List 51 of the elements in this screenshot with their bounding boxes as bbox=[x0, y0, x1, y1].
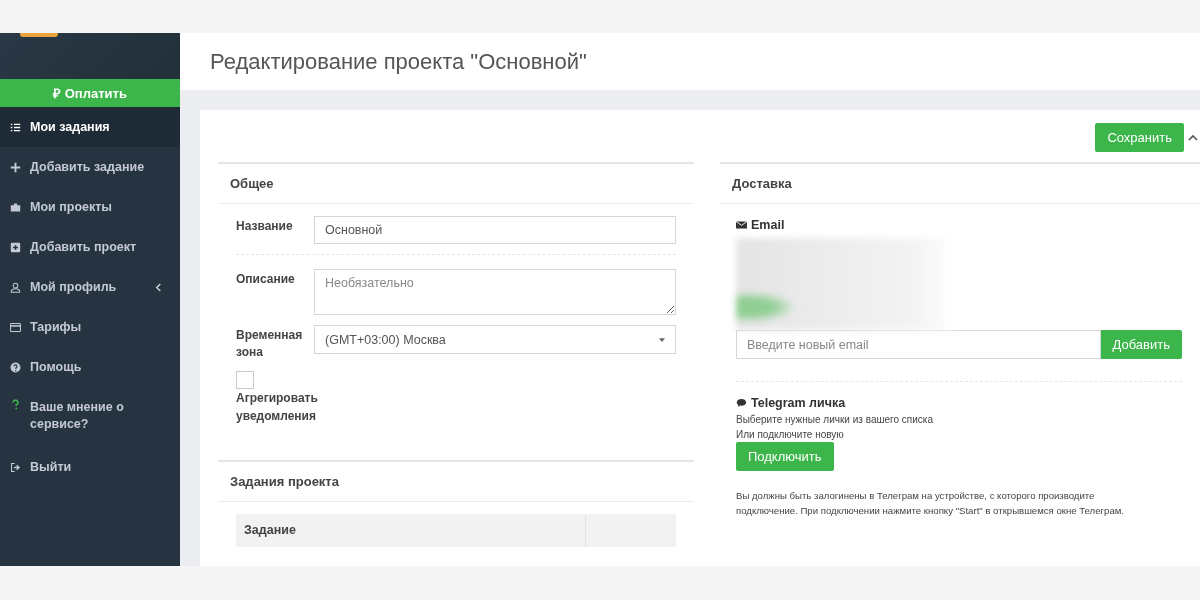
menu-item[interactable]: Мои проекты bbox=[0, 187, 180, 227]
subsection-title: Email bbox=[751, 218, 785, 232]
checkbox[interactable] bbox=[236, 370, 254, 389]
subsection-title: Telegram личка bbox=[751, 396, 846, 410]
menu-item[interactable]: Добавить проект bbox=[0, 227, 180, 267]
menu-item[interactable]: Выйти bbox=[0, 447, 180, 487]
menu-label: Мой профиль bbox=[30, 278, 118, 296]
name-field[interactable]: Основной bbox=[314, 216, 676, 244]
hint-text: Или подключите новую bbox=[736, 429, 845, 440]
section-title: Общее bbox=[218, 164, 694, 204]
menu-item[interactable]: Добавить задание bbox=[0, 147, 180, 187]
menu-label: Добавить проект bbox=[30, 238, 138, 256]
timezone-select[interactable]: (GMT+03:00) Москва bbox=[314, 325, 676, 354]
chevron-up-icon[interactable] bbox=[1188, 133, 1198, 142]
menu-item[interactable]: Помощь bbox=[0, 347, 180, 387]
menu-label: Ваше мнение о сервисе? bbox=[30, 399, 125, 433]
hint-text: Выберите нужные лички из вашего списка bbox=[736, 414, 934, 425]
dropdown-arrow-icon bbox=[659, 337, 665, 342]
briefcase-icon bbox=[10, 201, 21, 213]
menu-label: Тарифы bbox=[30, 318, 83, 336]
description-field[interactable]: Необязательно bbox=[314, 269, 676, 315]
menu-label: Мои задания bbox=[30, 118, 111, 136]
field-label: Временная зона bbox=[236, 327, 304, 361]
section-title: Задания проекта bbox=[218, 461, 694, 502]
menu-item[interactable]: Мой профиль bbox=[0, 267, 180, 307]
exit-icon bbox=[10, 461, 21, 473]
plus-square-icon bbox=[10, 241, 21, 253]
menu-label: Добавить задание bbox=[30, 158, 146, 176]
envelope-icon bbox=[736, 220, 747, 230]
card-icon bbox=[10, 321, 21, 333]
menu-label: Мои проекты bbox=[30, 198, 114, 216]
note-text: Вы должны быть залогинены в Телеграм на устройстве, с которого производите подключение. При подключении нажмите кнопку "Start" в открывшемся окне Телеграм. bbox=[736, 489, 1125, 519]
menu-label: Помощь bbox=[30, 358, 83, 376]
help-icon bbox=[10, 361, 21, 373]
menu-label: Выйти bbox=[30, 458, 73, 476]
checkbox-label: Агрегировать уведомления bbox=[236, 389, 319, 426]
user-icon bbox=[10, 281, 21, 293]
menu-item[interactable]: Мои задания bbox=[0, 107, 180, 147]
field-label: Название bbox=[236, 218, 294, 235]
field-label: Описание bbox=[236, 271, 296, 288]
chat-bubble-icon bbox=[736, 398, 747, 408]
plus-icon bbox=[10, 161, 21, 173]
email-field[interactable]: Введите новый email bbox=[736, 330, 1101, 359]
menu-item[interactable]: Ваше мнение о сервисе? bbox=[0, 387, 180, 447]
question-icon bbox=[10, 399, 21, 410]
menu-item[interactable]: Тарифы bbox=[0, 307, 180, 347]
logo-fragment bbox=[20, 33, 58, 37]
column-header: Задание bbox=[244, 523, 296, 538]
page-title: Редактирование проекта "Основной" bbox=[210, 48, 587, 75]
section-title: Доставка bbox=[720, 164, 1200, 204]
list-icon bbox=[10, 121, 21, 133]
